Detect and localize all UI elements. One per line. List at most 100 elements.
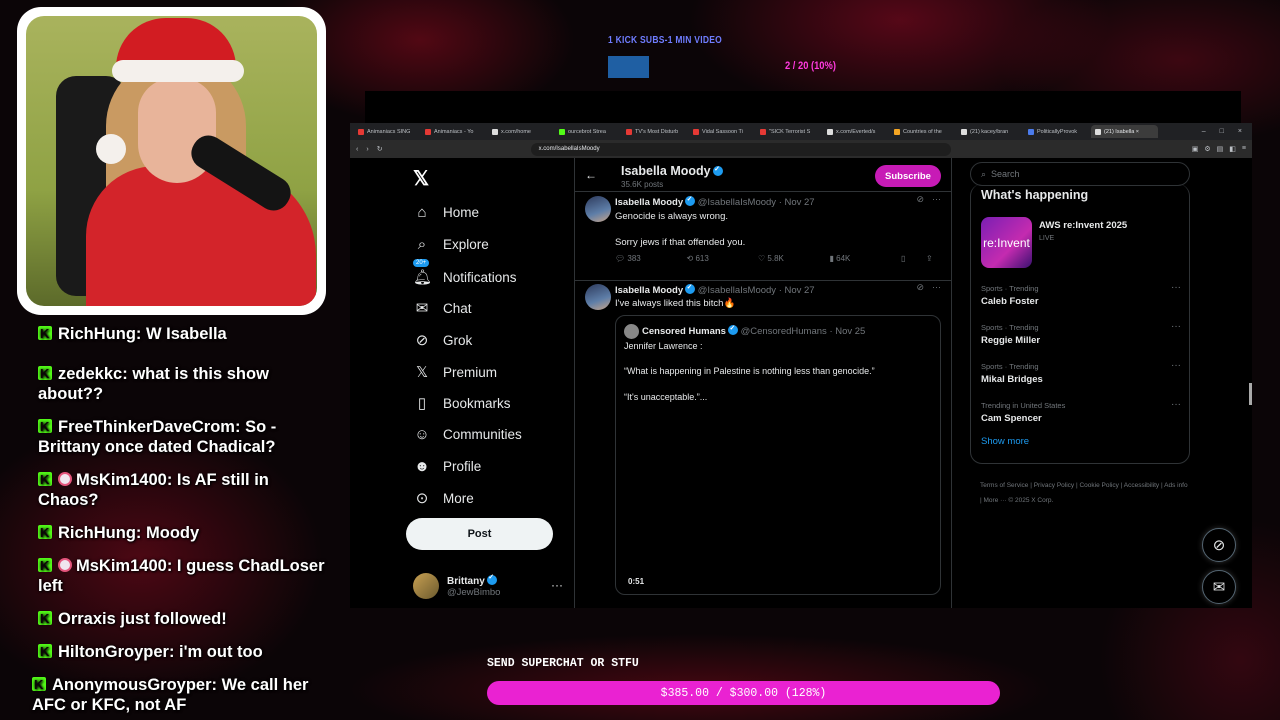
more-dots-icon[interactable]: ··· <box>1171 399 1181 410</box>
chat-message: AnonymousGroyper: We call her AFC or KFC… <box>28 675 328 715</box>
grok-icon[interactable]: ⊘ <box>916 282 924 293</box>
tweet[interactable]: Isabella Moody @IsabellaIsMoody · Nov 27… <box>575 192 951 281</box>
more-dots-icon[interactable]: ··· <box>1171 282 1181 293</box>
subscribe-button[interactable]: Subscribe <box>875 165 941 187</box>
browser-tab[interactable]: Animaniacs SING <box>354 125 421 138</box>
menu-icon[interactable]: ≡ <box>1242 145 1246 153</box>
browser-tab[interactable]: PoliticallyProvok <box>1024 125 1091 138</box>
extension-icon[interactable]: ⚙ <box>1204 145 1210 153</box>
x-icon <box>961 128 967 135</box>
browser-tab[interactable]: x.com/Everted/s <box>823 125 890 138</box>
sub-goal-progress <box>608 56 649 78</box>
quoted-tweet[interactable]: Censored Humans @CensoredHumans · Nov 25… <box>615 315 941 595</box>
tweet-header: Isabella Moody @IsabellaIsMoody · Nov 27 <box>615 195 815 209</box>
mail-icon: ✉ <box>1212 579 1226 596</box>
browser-tab[interactable]: ourcebrot Strea <box>555 125 622 138</box>
event-status: LIVE <box>1039 235 1055 242</box>
forward-icon[interactable]: › <box>366 146 368 153</box>
nav-explore[interactable]: ⌕ Explore <box>413 236 489 253</box>
minimize-icon[interactable]: – <box>1202 128 1206 135</box>
browser-tab[interactable]: Countries of the <box>890 125 957 138</box>
webcam-frame <box>17 7 326 315</box>
search-input[interactable]: ⌕ Search <box>970 162 1190 186</box>
video-duration: 0:51 <box>628 577 645 586</box>
tweet[interactable]: Isabella Moody @IsabellaIsMoody · Nov 27… <box>575 281 951 608</box>
kick-icon <box>38 556 52 576</box>
post-button[interactable]: Post <box>406 518 553 550</box>
chat-message: zedekkc: what is this show about?? <box>28 364 328 404</box>
like-button[interactable]: ♡ 5.8K <box>758 254 830 263</box>
messages-float-button[interactable]: ✉ <box>1202 570 1236 604</box>
kick-icon <box>38 470 52 490</box>
verified-icon <box>727 324 738 335</box>
browser-tab[interactable]: Vidal Sassoon Ti <box>689 125 756 138</box>
reload-icon[interactable]: ↻ <box>377 145 383 153</box>
webcam-video <box>26 16 317 306</box>
account-switcher[interactable]: Brittany @JewBimbo ··· <box>413 573 563 599</box>
event-image[interactable]: re:Invent <box>981 217 1032 268</box>
show-more-link[interactable]: Show more <box>981 436 1029 447</box>
nav-premium[interactable]: 𝕏 Premium <box>413 363 497 381</box>
more-dots-icon[interactable]: ··· <box>932 194 941 205</box>
avatar[interactable] <box>585 284 611 310</box>
maximize-icon[interactable]: □ <box>1220 128 1224 135</box>
trend-item[interactable]: Trending in United States Cam Spencer ··… <box>981 399 1181 424</box>
avatar[interactable] <box>585 196 611 222</box>
x-logo-icon[interactable]: 𝕏 <box>413 166 429 191</box>
more-dots-icon[interactable]: ··· <box>932 282 941 293</box>
grok-icon: ⊘ <box>1212 537 1226 554</box>
back-icon[interactable]: ‹ <box>356 146 358 153</box>
footer-links[interactable]: Terms of Service | Privacy Policy | Cook… <box>980 478 1190 508</box>
share-icon[interactable]: ⇪ <box>926 254 941 263</box>
extension-icon[interactable]: ▣ <box>1192 145 1199 153</box>
x-icon <box>1095 128 1101 135</box>
event-title[interactable]: AWS re:Invent 2025 <box>1039 220 1127 231</box>
close-icon[interactable]: × <box>1238 128 1242 135</box>
search-icon: ⌕ <box>417 236 427 253</box>
reply-button[interactable]: 💬︎ 383 <box>615 254 687 263</box>
nav-chat[interactable]: ✉ Chat <box>413 299 472 317</box>
more-dots-icon[interactable]: ··· <box>551 578 563 592</box>
views-button[interactable]: ▮ 64K <box>830 254 902 263</box>
verified-icon <box>685 283 696 294</box>
nav-notifications[interactable]: 🔔︎ 20+ Notifications <box>413 259 517 286</box>
more-dots-icon[interactable]: ··· <box>1171 321 1181 332</box>
scrollbar[interactable] <box>1249 383 1252 405</box>
profile-post-count: 35.6K posts <box>621 180 664 189</box>
browser-tab[interactable]: x.com/home <box>488 125 555 138</box>
browser-tab-active[interactable]: (21) Isabella × <box>1091 125 1158 138</box>
grok-float-button[interactable]: ⊘ <box>1202 528 1236 562</box>
repost-button[interactable]: ⟲ 613 <box>687 254 759 263</box>
back-arrow-icon[interactable]: ← <box>585 168 597 182</box>
browser-tab[interactable]: (21) kacey/bran <box>957 125 1024 138</box>
extension-icon[interactable]: ▤ <box>1217 145 1224 153</box>
grok-icon: ⊘ <box>415 332 429 349</box>
grok-icon[interactable]: ⊘ <box>916 194 924 205</box>
user-badge-icon <box>58 558 72 572</box>
extension-icon[interactable]: ◧ <box>1229 145 1236 153</box>
browser-tab[interactable]: TV's Most Disturb <box>622 125 689 138</box>
trend-item[interactable]: Sports · Trending Caleb Foster ··· <box>981 282 1181 307</box>
browser-tab[interactable]: Animaniacs - Yo <box>421 125 488 138</box>
home-icon: ⌂ <box>417 204 427 221</box>
nav-more[interactable]: ⊙ More <box>413 489 474 507</box>
nav-bookmarks[interactable]: ▯ Bookmarks <box>413 394 511 412</box>
nav-profile[interactable]: ☻ Profile <box>413 458 481 475</box>
chat-message: HiltonGroyper: i'm out too <box>28 642 328 662</box>
browser-tab[interactable]: "SICK Terrorist S <box>756 125 823 138</box>
nav-communities[interactable]: ☺ Communities <box>413 426 521 443</box>
nav-home[interactable]: ⌂ Home <box>413 204 479 221</box>
quoted-tweet-header: Censored Humans @CensoredHumans · Nov 25 <box>642 324 865 338</box>
nav-grok[interactable]: ⊘ Grok <box>413 331 473 349</box>
trend-item[interactable]: Sports · Trending Mikal Bridges ··· <box>981 360 1181 385</box>
sub-goal-label: 1 KICK SUBS-1 MIN VIDEO <box>608 35 723 46</box>
trend-item[interactable]: Sports · Trending Reggie Miller ··· <box>981 321 1181 346</box>
chat-message: RichHung: W Isabella <box>28 324 227 344</box>
more-dots-icon[interactable]: ··· <box>1171 360 1181 371</box>
communities-icon: ☺ <box>414 426 430 443</box>
extension-toolbar: ▣ ⚙ ▤ ◧ ≡ <box>1192 145 1246 153</box>
verified-icon <box>685 195 696 206</box>
url-input[interactable]: x.com/IsabellaIsMoody <box>530 142 951 156</box>
quoted-tweet-text: Jennifer Lawrence : <box>624 341 703 351</box>
bookmark-icon[interactable]: ▯ <box>901 254 916 263</box>
